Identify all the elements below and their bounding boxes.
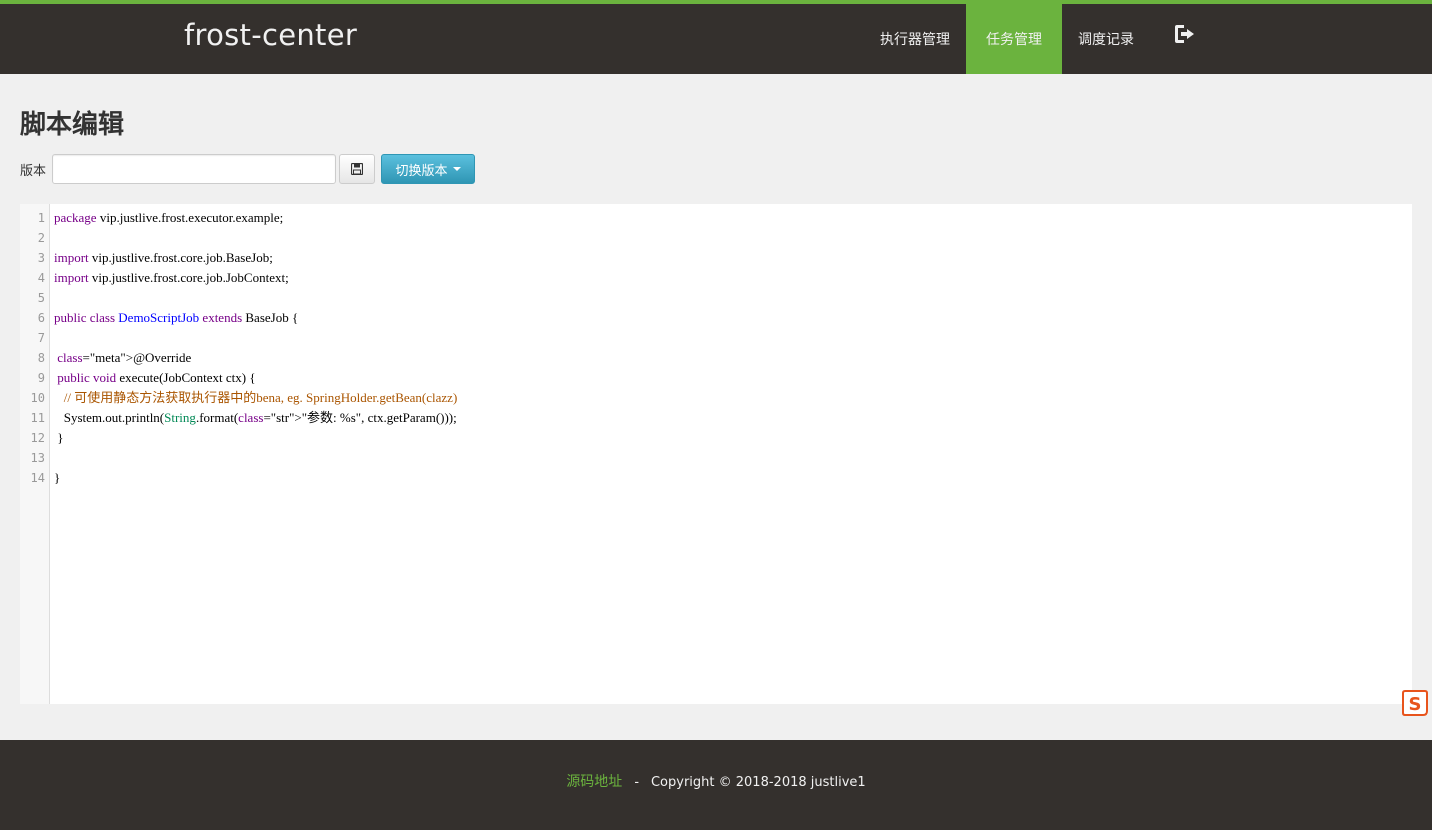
source-code-link[interactable]: 源码地址 (566, 773, 622, 789)
line-number: 1 (37, 211, 45, 225)
line-number: 4 (37, 271, 45, 285)
code-line[interactable]: public class DemoScriptJob extends BaseJ… (54, 308, 298, 328)
logout-button[interactable] (1150, 4, 1200, 74)
switch-version-button[interactable]: 切换版本 (381, 154, 475, 184)
line-number: 9 (37, 371, 45, 385)
code-line[interactable]: class="meta">@Override (54, 348, 191, 368)
version-label: 版本 (20, 163, 47, 178)
line-number: 12 (30, 431, 45, 445)
editor-gutter: 1 2 3 4 5 6 7 8 9 10 11 12 13 14 (20, 204, 50, 704)
line-number: 10 (30, 391, 45, 405)
switch-version-label: 切换版本 (395, 162, 448, 178)
line-number: 14 (30, 471, 45, 485)
code-line[interactable]: import vip.justlive.frost.core.job.JobCo… (54, 268, 289, 288)
line-number: 13 (30, 451, 45, 465)
ime-s-icon[interactable]: S (1399, 689, 1429, 717)
sign-out-icon (1175, 25, 1194, 43)
line-number: 5 (37, 291, 45, 305)
code-line[interactable]: } (54, 468, 60, 488)
code-line[interactable]: public void execute(JobContext ctx) { (54, 368, 255, 388)
line-number: 2 (37, 231, 45, 245)
page-title: 脚本编辑 (20, 109, 125, 139)
main-nav: 执行器管理 任务管理 调度记录 (864, 4, 1200, 74)
line-number: 7 (37, 331, 45, 345)
floppy-disk-icon (351, 163, 363, 175)
version-input[interactable] (52, 154, 336, 184)
line-number: 11 (30, 411, 45, 425)
code-line[interactable]: import vip.justlive.frost.core.job.BaseJ… (54, 248, 273, 268)
footer-separator: - (634, 773, 639, 789)
nav-item-task-management[interactable]: 任务管理 (966, 4, 1062, 74)
nav-item-schedule-records[interactable]: 调度记录 (1062, 4, 1150, 74)
nav-item-executor-management[interactable]: 执行器管理 (864, 4, 966, 74)
copyright-text: Copyright © 2018-2018 justlive1 (650, 775, 866, 790)
footer: 源码地址 - Copyright © 2018-2018 justlive1 (0, 740, 1432, 830)
line-number: 6 (37, 311, 45, 325)
footer-content: 源码地址 - Copyright © 2018-2018 justlive1 (0, 771, 1432, 791)
code-line[interactable]: package vip.justlive.frost.executor.exam… (54, 208, 283, 228)
code-line[interactable]: System.out.println(String.format(class="… (54, 408, 457, 428)
code-editor[interactable]: 1 2 3 4 5 6 7 8 9 10 11 12 13 14 package… (20, 204, 1412, 704)
line-number: 3 (37, 251, 45, 265)
code-line[interactable]: // 可使用静态方法获取执行器中的bena, eg. SpringHolder.… (54, 388, 458, 408)
code-line[interactable]: } (54, 428, 63, 448)
navbar: frost-center 执行器管理 任务管理 调度记录 (0, 4, 1432, 74)
caret-down-icon (452, 167, 461, 171)
brand-logo[interactable]: frost-center (184, 18, 357, 52)
line-number: 8 (37, 351, 45, 365)
svg-text:S: S (1409, 694, 1422, 715)
save-button[interactable] (339, 154, 375, 184)
